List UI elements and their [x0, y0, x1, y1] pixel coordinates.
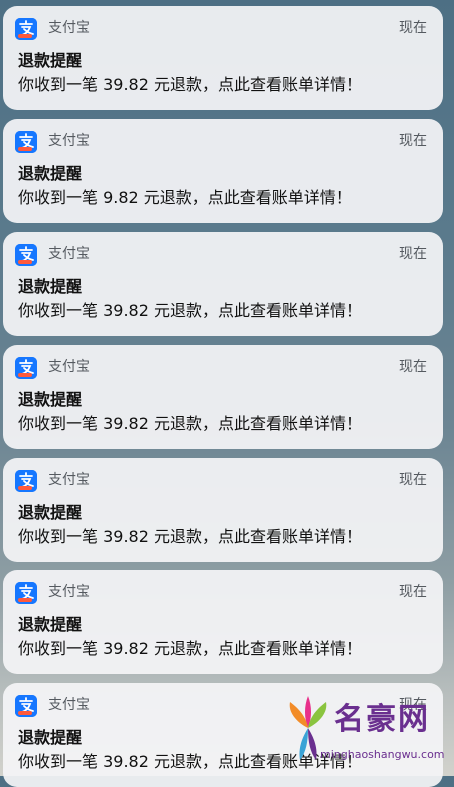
- notification-body: 你收到一笔 39.82 元退款，点此查看账单详情！: [18, 527, 362, 546]
- alipay-icon: [15, 244, 37, 266]
- notification-time: 现在: [399, 246, 427, 262]
- watermark-name: 名豪网: [334, 702, 430, 737]
- notification-body: 你收到一笔 39.82 元退款，点此查看账单详情！: [18, 639, 362, 658]
- notification-title: 退款提醒: [18, 51, 83, 70]
- notification-title: 退款提醒: [18, 164, 83, 183]
- notification-time: 现在: [399, 584, 427, 600]
- alipay-icon: [15, 582, 37, 604]
- notification-card[interactable]: 支付宝 现在 退款提醒 你收到一笔 9.82 元退款，点此查看账单详情！: [3, 119, 443, 223]
- notification-body: 你收到一笔 9.82 元退款，点此查看账单详情！: [18, 188, 352, 207]
- alipay-icon: [15, 357, 37, 379]
- app-name: 支付宝: [48, 246, 90, 262]
- alipay-icon: [15, 18, 37, 40]
- app-name: 支付宝: [48, 133, 90, 149]
- notification-card[interactable]: 支付宝 现在 退款提醒 你收到一笔 39.82 元退款，点此查看账单详情！: [3, 345, 443, 449]
- app-name: 支付宝: [48, 697, 90, 713]
- notification-body: 你收到一笔 39.82 元退款，点此查看账单详情！: [18, 75, 362, 94]
- notification-title: 退款提醒: [18, 503, 83, 522]
- app-name: 支付宝: [48, 359, 90, 375]
- notification-title: 退款提醒: [18, 390, 83, 409]
- app-name: 支付宝: [48, 472, 90, 488]
- notification-time: 现在: [399, 472, 427, 488]
- notification-body: 你收到一笔 39.82 元退款，点此查看账单详情！: [18, 301, 362, 320]
- notification-card[interactable]: 支付宝 现在 退款提醒 你收到一笔 39.82 元退款，点此查看账单详情！: [3, 570, 443, 674]
- app-name: 支付宝: [48, 20, 90, 36]
- alipay-icon: [15, 695, 37, 717]
- notification-card[interactable]: 支付宝 现在 退款提醒 你收到一笔 39.82 元退款，点此查看账单详情！: [3, 458, 443, 562]
- notification-title: 退款提醒: [18, 728, 83, 747]
- notification-card[interactable]: 支付宝 现在 退款提醒 你收到一笔 39.82 元退款，点此查看账单详情！: [3, 232, 443, 336]
- watermark-url: minghaoshangwu.com: [320, 748, 445, 761]
- app-name: 支付宝: [48, 584, 90, 600]
- notification-body: 你收到一笔 39.82 元退款，点此查看账单详情！: [18, 414, 362, 433]
- watermark: 名豪网 minghaoshangwu.com: [278, 688, 454, 776]
- notification-time: 现在: [399, 359, 427, 375]
- notification-title: 退款提醒: [18, 277, 83, 296]
- alipay-icon: [15, 470, 37, 492]
- notification-time: 现在: [399, 133, 427, 149]
- notification-card[interactable]: 支付宝 现在 退款提醒 你收到一笔 39.82 元退款，点此查看账单详情！: [3, 6, 443, 110]
- alipay-icon: [15, 131, 37, 153]
- notification-time: 现在: [399, 20, 427, 36]
- notification-title: 退款提醒: [18, 615, 83, 634]
- notification-stack: 支付宝 现在 退款提醒 你收到一笔 39.82 元退款，点此查看账单详情！ 支付…: [0, 0, 454, 787]
